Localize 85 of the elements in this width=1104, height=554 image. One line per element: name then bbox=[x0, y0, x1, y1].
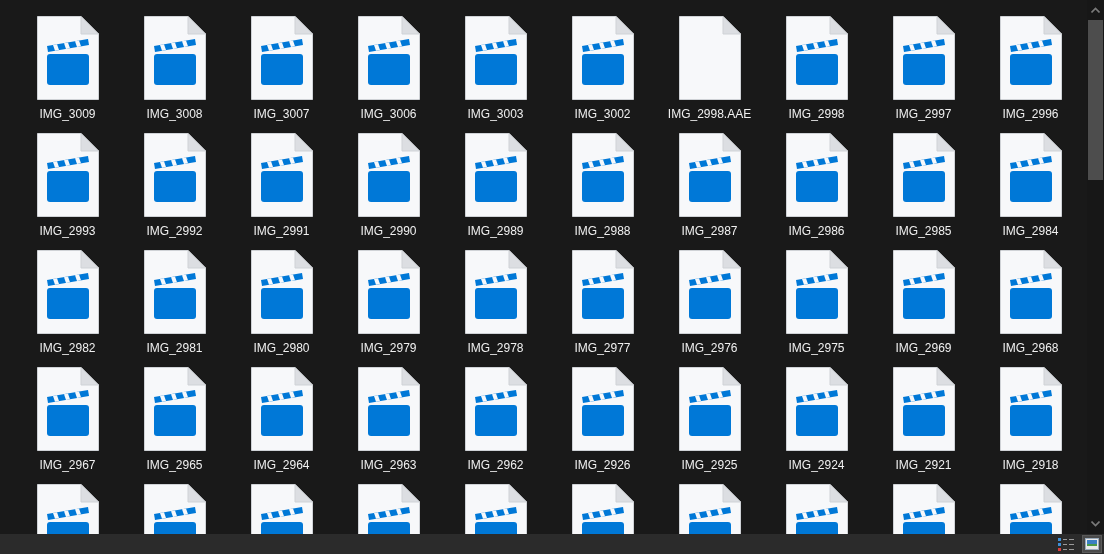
video-file-icon[interactable] bbox=[143, 367, 206, 451]
video-file-icon[interactable] bbox=[678, 367, 741, 451]
video-file-icon[interactable] bbox=[464, 367, 527, 451]
video-file-icon[interactable] bbox=[999, 250, 1062, 334]
video-file-icon[interactable] bbox=[36, 367, 99, 451]
details-view-button[interactable] bbox=[1056, 535, 1076, 553]
video-file-icon[interactable] bbox=[464, 16, 527, 100]
file-name[interactable]: IMG_2964 bbox=[253, 458, 310, 472]
video-file-icon[interactable] bbox=[785, 133, 848, 217]
file-name[interactable]: IMG_2982 bbox=[39, 341, 96, 355]
file-name[interactable]: IMG_2918 bbox=[1002, 458, 1059, 472]
file-name[interactable]: IMG_2987 bbox=[681, 224, 738, 238]
file-name[interactable]: IMG_2965 bbox=[146, 458, 203, 472]
file-name[interactable]: IMG_2967 bbox=[39, 458, 96, 472]
file-name[interactable]: IMG_2998.AAE bbox=[667, 107, 752, 121]
video-file-icon[interactable] bbox=[250, 367, 313, 451]
file-name[interactable]: IMG_3003 bbox=[467, 107, 524, 121]
file-name[interactable]: IMG_2996 bbox=[1002, 107, 1059, 121]
file-name[interactable]: IMG_3007 bbox=[253, 107, 310, 121]
file-name[interactable]: IMG_2998 bbox=[788, 107, 845, 121]
scroll-thumb[interactable] bbox=[1088, 20, 1103, 180]
video-file-icon[interactable] bbox=[357, 16, 420, 100]
blank-file-icon[interactable] bbox=[678, 16, 741, 100]
file-name[interactable]: IMG_2984 bbox=[1002, 224, 1059, 238]
file-name[interactable]: IMG_2990 bbox=[360, 224, 417, 238]
file-name[interactable]: IMG_2989 bbox=[467, 224, 524, 238]
scroll-up-icon[interactable] bbox=[1091, 7, 1100, 13]
video-file-icon[interactable] bbox=[892, 367, 955, 451]
file-name[interactable]: IMG_2986 bbox=[788, 224, 845, 238]
video-file-icon[interactable] bbox=[36, 250, 99, 334]
video-file-icon[interactable] bbox=[357, 133, 420, 217]
video-file-icon[interactable] bbox=[999, 133, 1062, 217]
file-name[interactable]: IMG_2962 bbox=[467, 458, 524, 472]
video-file-icon[interactable] bbox=[678, 133, 741, 217]
video-file-icon[interactable] bbox=[999, 367, 1062, 451]
video-file-icon[interactable] bbox=[785, 367, 848, 451]
file-name[interactable]: IMG_2979 bbox=[360, 341, 417, 355]
video-file-icon[interactable] bbox=[36, 133, 99, 217]
video-file-icon[interactable] bbox=[464, 133, 527, 217]
file-name[interactable]: IMG_2963 bbox=[360, 458, 417, 472]
video-file-icon[interactable] bbox=[571, 367, 634, 451]
video-file-icon[interactable] bbox=[571, 133, 634, 217]
video-file-icon[interactable] bbox=[357, 250, 420, 334]
video-file-icon[interactable] bbox=[143, 16, 206, 100]
video-file-icon[interactable] bbox=[785, 250, 848, 334]
file-name[interactable]: IMG_3008 bbox=[146, 107, 203, 121]
video-file-icon[interactable] bbox=[250, 16, 313, 100]
video-file-icon[interactable] bbox=[36, 16, 99, 100]
file-name[interactable]: IMG_3006 bbox=[360, 107, 417, 121]
file-name[interactable]: IMG_2978 bbox=[467, 341, 524, 355]
file-name[interactable]: IMG_2926 bbox=[574, 458, 631, 472]
file-name[interactable]: IMG_2977 bbox=[574, 341, 631, 355]
video-file-icon[interactable] bbox=[892, 133, 955, 217]
video-file-icon[interactable] bbox=[785, 16, 848, 100]
video-file-icon[interactable] bbox=[571, 16, 634, 100]
video-file-icon[interactable] bbox=[250, 133, 313, 217]
file-name[interactable]: IMG_3002 bbox=[574, 107, 631, 121]
file-name[interactable]: IMG_2993 bbox=[39, 224, 96, 238]
file-name[interactable]: IMG_2924 bbox=[788, 458, 845, 472]
file-name[interactable]: IMG_2985 bbox=[895, 224, 952, 238]
file-name[interactable]: IMG_2991 bbox=[253, 224, 310, 238]
video-file-icon[interactable] bbox=[464, 250, 527, 334]
file-name[interactable]: IMG_2980 bbox=[253, 341, 310, 355]
video-file-icon[interactable] bbox=[892, 250, 955, 334]
video-file-icon[interactable] bbox=[250, 250, 313, 334]
file-name[interactable]: IMG_2988 bbox=[574, 224, 631, 238]
video-file-icon[interactable] bbox=[143, 250, 206, 334]
file-name[interactable]: IMG_2921 bbox=[895, 458, 952, 472]
file-name[interactable]: IMG_2969 bbox=[895, 341, 952, 355]
file-name[interactable]: IMG_2992 bbox=[146, 224, 203, 238]
large-icons-view-button[interactable] bbox=[1082, 535, 1102, 553]
file-name[interactable]: IMG_2975 bbox=[788, 341, 845, 355]
video-file-icon[interactable] bbox=[357, 367, 420, 451]
video-file-icon[interactable] bbox=[678, 250, 741, 334]
video-file-icon[interactable] bbox=[571, 250, 634, 334]
file-name[interactable]: IMG_3009 bbox=[39, 107, 96, 121]
file-name[interactable]: IMG_2981 bbox=[146, 341, 203, 355]
scroll-down-icon[interactable] bbox=[1091, 521, 1100, 527]
video-file-icon[interactable] bbox=[143, 133, 206, 217]
file-name[interactable]: IMG_2925 bbox=[681, 458, 738, 472]
file-name[interactable]: IMG_2976 bbox=[681, 341, 738, 355]
file-name[interactable]: IMG_2968 bbox=[1002, 341, 1059, 355]
file-name[interactable]: IMG_2997 bbox=[895, 107, 952, 121]
video-file-icon[interactable] bbox=[892, 16, 955, 100]
video-file-icon[interactable] bbox=[999, 16, 1062, 100]
